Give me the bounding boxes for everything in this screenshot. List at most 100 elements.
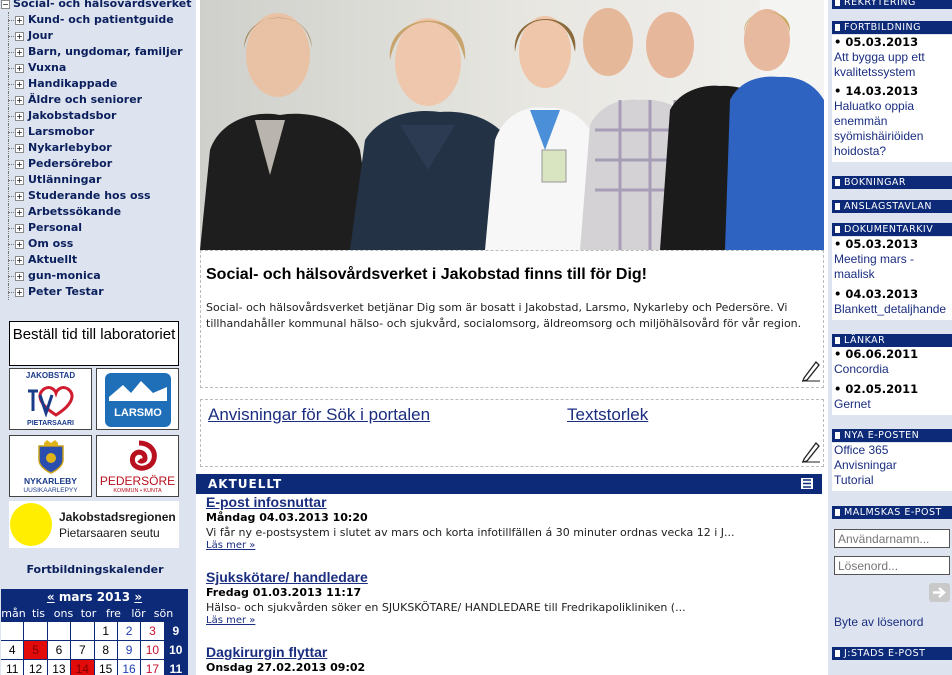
fortbildning-header[interactable]: FORTBILDNING [832,21,952,34]
nav-root[interactable]: − Social- och hälsovårdsverket [0,0,196,12]
calendar-day[interactable]: 12 [24,660,47,675]
nav-item[interactable]: + Larsmobor [0,124,196,140]
expand-icon[interactable]: + [15,96,24,105]
fortbildning-link[interactable]: syömishäiriöiden [834,129,952,144]
eposten-link[interactable]: Office 365 [834,443,952,458]
expand-icon[interactable]: + [15,144,24,153]
nya-eposten-header[interactable]: NYA E-POSTEN [832,429,952,442]
nav-item[interactable]: + Barn, ungdomar, familjer [0,44,196,60]
calendar-day[interactable]: 11 [1,660,24,675]
expand-icon[interactable]: + [15,224,24,233]
news-title-link[interactable]: Dagkirurgin flyttar [206,644,806,661]
collapse-icon[interactable]: − [1,0,10,9]
nav-item[interactable]: + Äldre och seniorer [0,92,196,108]
lankar-link[interactable]: Concordia [834,362,952,377]
calendar-day[interactable]: 8 [94,641,117,659]
dokument-link[interactable]: Meeting mars - [834,252,952,267]
fortbildning-link[interactable]: enemmän [834,114,952,129]
order-lab-button[interactable]: Beställ tid till laboratoriet [9,321,179,366]
calendar-day[interactable]: 7 [71,641,94,659]
anslagstavlan-header[interactable]: ANSLAGSTAVLAN [832,200,952,213]
nav-item[interactable]: + Aktuellt [0,252,196,268]
nav-item[interactable]: + Vuxna [0,60,196,76]
calendar-day[interactable]: 3 [141,622,164,640]
username-input[interactable] [834,529,950,548]
nav-item[interactable]: + Handikappade [0,76,196,92]
next-month-link[interactable]: » [134,590,142,604]
dokument-link[interactable]: maalisk [834,267,952,282]
expand-icon[interactable]: + [15,288,24,297]
password-input[interactable] [834,556,950,575]
calendar-day[interactable]: 13 [47,660,71,675]
expand-icon[interactable]: + [15,16,24,25]
calendar-day[interactable]: 10 [141,641,164,659]
eposten-link[interactable]: Tutorial [834,473,952,488]
expand-icon[interactable]: + [15,272,24,281]
calendar-day[interactable]: 2 [117,622,141,640]
expand-icon[interactable]: + [15,240,24,249]
expand-icon[interactable]: + [15,64,24,73]
nav-item[interactable]: + Jakobstadsbor [0,108,196,124]
calendar-day[interactable]: 15 [94,660,117,675]
change-password-link[interactable]: Byte av lösenord [834,615,923,630]
expand-icon[interactable]: + [15,208,24,217]
nav-item[interactable]: + Kund- och patientguide [0,12,196,28]
nav-item[interactable]: + Personal [0,220,196,236]
read-more-link[interactable]: Läs mer » [206,615,806,629]
text-size-link[interactable]: Textstorlek [567,405,648,425]
dokumentarkiv-header[interactable]: DOKUMENTARKIV [832,223,952,236]
larsmo-logo[interactable]: LARSMO [96,368,179,430]
eposten-link[interactable]: Anvisningar [834,458,952,473]
calendar-day[interactable]: 16 [117,660,141,675]
lankar-link[interactable]: Gernet [834,397,952,412]
fortbildning-link[interactable]: hoidosta? [834,144,952,159]
jstads-header[interactable]: J:STADS E-POST [832,647,952,660]
expand-icon[interactable]: + [15,48,24,57]
nav-item[interactable]: + Om oss [0,236,196,252]
expand-icon[interactable]: + [15,176,24,185]
read-more-link[interactable]: Läs mer » [206,540,806,554]
fortbildning-link[interactable]: Haluatko oppia [834,99,952,114]
expand-icon[interactable]: + [15,256,24,265]
nav-item[interactable]: + Jour [0,28,196,44]
calendar-day[interactable]: 5 [24,641,47,659]
nykarleby-logo[interactable]: NYKARLEBY UUSIKAARLEPYY [9,435,92,497]
region-logo[interactable]: Jakobstadsregionen Pietarsaaren seutu [9,501,179,548]
calendar-day[interactable]: 1 [94,622,117,640]
edit-icon[interactable] [800,439,822,463]
calendar-day[interactable]: 9 [117,641,141,659]
nav-item[interactable]: + Arbetssökande [0,204,196,220]
lankar-header[interactable]: LÄNKAR [832,334,952,347]
expand-icon[interactable]: + [15,128,24,137]
nav-item[interactable]: + gun-monica [0,268,196,284]
list-icon[interactable] [801,478,813,489]
nav-item[interactable]: + Studerande hos oss [0,188,196,204]
expand-icon[interactable]: + [15,192,24,201]
nav-item[interactable]: + Peter Testar [0,284,196,300]
login-arrow-button[interactable] [929,583,950,602]
jakobstad-logo[interactable]: JAKOBSTAD PIETARSAARI [9,368,92,430]
malmskas-header[interactable]: MALMSKAS E-POST [832,506,952,519]
calendar-day[interactable]: 6 [47,641,71,659]
edit-icon[interactable] [800,358,822,382]
expand-icon[interactable]: + [15,160,24,169]
nav-item[interactable]: + Pedersörebor [0,156,196,172]
expand-icon[interactable]: + [15,80,24,89]
expand-icon[interactable]: + [15,112,24,121]
nav-item[interactable]: + Utlänningar [0,172,196,188]
nav-item[interactable]: + Nykarlebybor [0,140,196,156]
calendar-day[interactable]: 4 [1,641,24,659]
news-title-link[interactable]: Sjukskötare/ handledare [206,569,806,586]
search-help-link[interactable]: Anvisningar för Sök i portalen [208,405,430,425]
rekrytering-header[interactable]: REKRYTERING [832,0,952,9]
news-title-link[interactable]: E-post infosnuttar [206,494,806,511]
calendar-day[interactable]: 14 [71,660,94,675]
prev-month-link[interactable]: « [47,590,55,604]
calendar-day[interactable]: 17 [141,660,164,675]
dokument-link[interactable]: Blankett_detaljhande [834,302,952,317]
bokningar-header[interactable]: BOKNINGAR [832,176,952,189]
fortbildning-link[interactable]: kvalitetssystem [834,65,952,80]
fortbildning-link[interactable]: Att bygga upp ett [834,50,952,65]
expand-icon[interactable]: + [15,32,24,41]
pedersore-logo[interactable]: PEDERSÖRE KOMMUN • KUNTA [96,435,179,497]
